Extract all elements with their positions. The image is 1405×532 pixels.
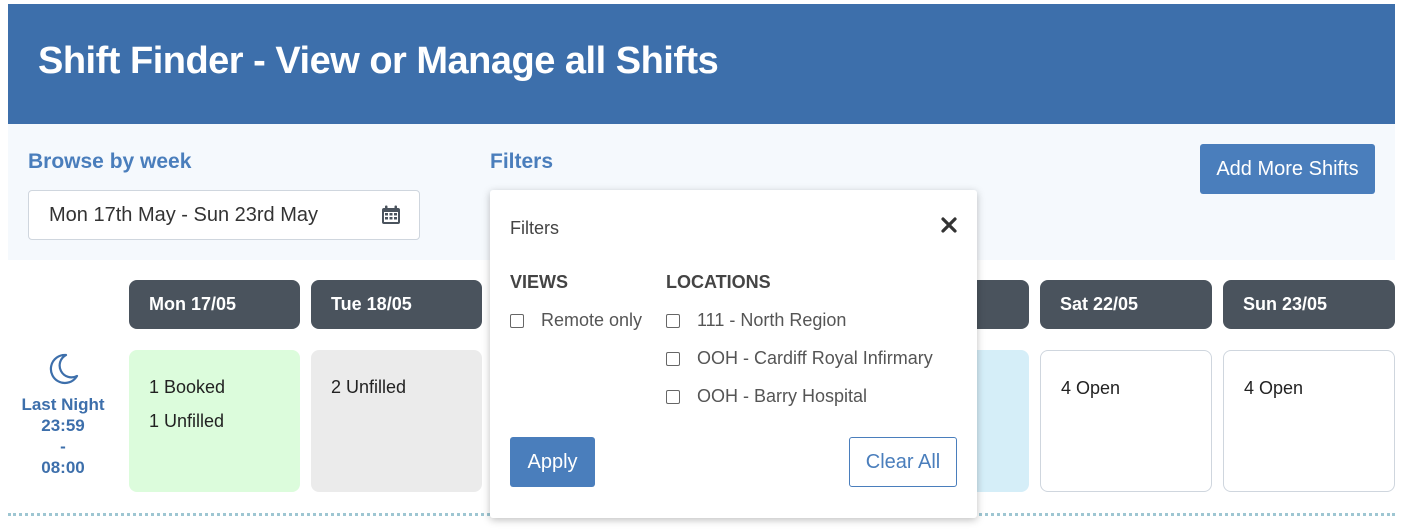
moon-icon <box>49 353 79 385</box>
filters-label[interactable]: Filters <box>490 150 553 174</box>
checkbox[interactable] <box>666 351 680 366</box>
filters-popover-title: Filters <box>510 218 559 238</box>
page-header: Shift Finder - View or Manage all Shifts <box>8 4 1395 124</box>
filter-option-label: OOH - Cardiff Royal Infirmary <box>697 348 933 368</box>
shift-cell-mon[interactable]: 1 Booked 1 Unfilled <box>129 350 300 492</box>
day-header-label: Tue 18/05 <box>331 294 412 314</box>
week-picker[interactable]: Mon 17th May - Sun 23rd May <box>28 190 420 240</box>
shift-start-time: 23:59 <box>41 416 85 435</box>
add-more-shifts-button[interactable]: Add More Shifts <box>1200 144 1375 194</box>
week-picker-value: Mon 17th May - Sun 23rd May <box>49 203 319 226</box>
clear-all-button[interactable]: Clear All <box>849 437 957 487</box>
day-header-sun: Sun 23/05 <box>1223 280 1395 329</box>
shift-name: Last Night <box>21 395 105 414</box>
shift-cell-sat[interactable]: 4 Open <box>1040 350 1212 492</box>
checkbox[interactable] <box>666 313 680 328</box>
cell-line: 1 Unfilled <box>149 411 225 431</box>
views-heading: VIEWS <box>510 272 569 292</box>
page-title: Shift Finder - View or Manage all Shifts <box>38 40 719 82</box>
filter-option-barry-hospital[interactable]: OOH - Barry Hospital <box>666 386 867 407</box>
cell-line: 1 Booked <box>149 377 226 397</box>
day-header-mon: Mon 17/05 <box>129 280 300 329</box>
filter-option-label: 111 - North Region <box>697 310 847 330</box>
day-header-label: Mon 17/05 <box>149 294 237 314</box>
shift-cell-sun[interactable]: 4 Open <box>1223 350 1395 492</box>
day-header-sat: Sat 22/05 <box>1040 280 1212 329</box>
shift-time-separator: - <box>60 437 66 456</box>
cell-line: 4 Open <box>1061 378 1121 398</box>
shift-cell-tue[interactable]: 2 Unfilled <box>311 350 482 492</box>
day-header-label: Sat 22/05 <box>1060 294 1139 314</box>
filter-option-north-region[interactable]: 111 - North Region <box>666 310 846 331</box>
day-header-tue: Tue 18/05 <box>311 280 482 329</box>
cell-line: 2 Unfilled <box>331 377 407 397</box>
filter-option-cardiff-royal-infirmary[interactable]: OOH - Cardiff Royal Infirmary <box>666 348 933 369</box>
cell-line: 4 Open <box>1244 378 1304 398</box>
checkbox[interactable] <box>666 389 680 404</box>
locations-heading: LOCATIONS <box>666 272 771 292</box>
filter-option-label: Remote only <box>541 310 643 330</box>
calendar-icon <box>382 205 400 224</box>
filters-popover: Filters VIEWS LOCATIONS Remote only 111 … <box>490 190 977 518</box>
close-icon[interactable] <box>939 215 959 235</box>
day-header-label: Sun 23/05 <box>1243 294 1328 314</box>
checkbox[interactable] <box>510 313 524 328</box>
shift-end-time: 08:00 <box>41 458 85 477</box>
filter-option-label: OOH - Barry Hospital <box>697 386 868 406</box>
browse-by-week-label: Browse by week <box>28 150 192 173</box>
filter-option-remote-only[interactable]: Remote only <box>510 310 642 331</box>
apply-button[interactable]: Apply <box>510 437 595 487</box>
shift-row-label: Last Night 23:59 - 08:00 <box>8 352 118 478</box>
